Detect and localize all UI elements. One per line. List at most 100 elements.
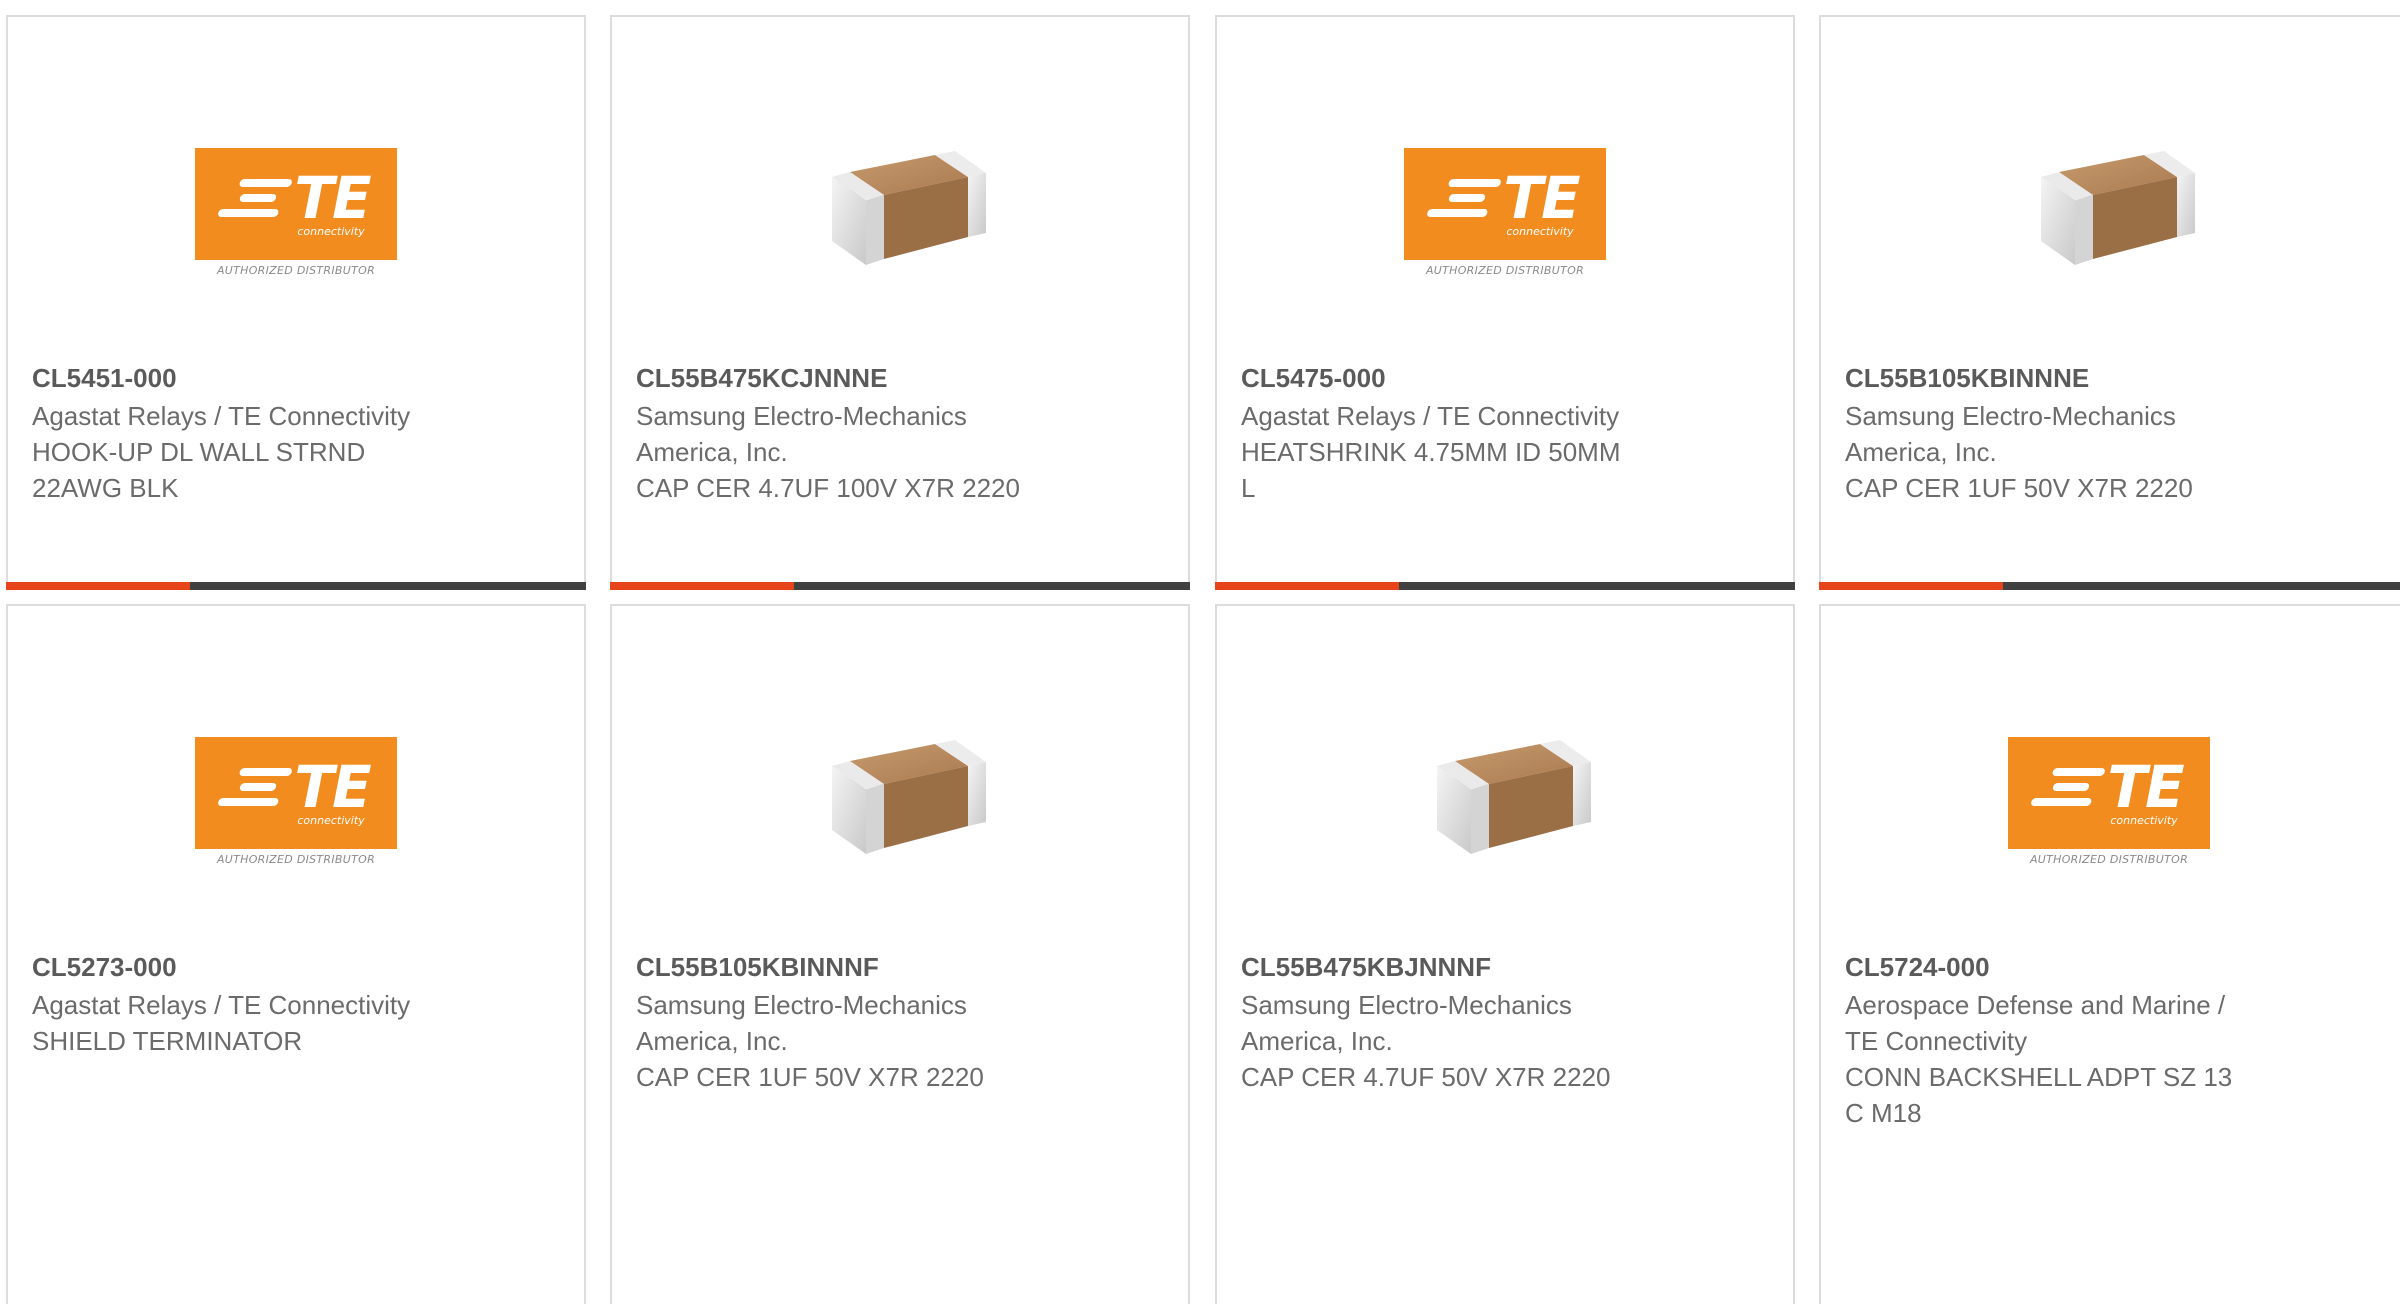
card-hover-bar-accent (1215, 582, 1399, 590)
card-hover-bar-accent (1819, 582, 2003, 590)
part-number[interactable]: CL5273-000 (32, 949, 560, 985)
capacitor-icon (800, 706, 1000, 896)
product-image (1821, 112, 2397, 312)
te-logo-caption: AUTHORIZED DISTRIBUTOR (2029, 852, 2189, 866)
te-logo-caption: AUTHORIZED DISTRIBUTOR (1425, 263, 1585, 277)
description-line: America, Inc. (1241, 1026, 1393, 1056)
description-line: Aerospace Defense and Marine / (1845, 990, 2226, 1020)
product-description: Agastat Relays / TE Connectivity SHIELD … (32, 987, 560, 1059)
description-line: SHIELD TERMINATOR (32, 1026, 303, 1056)
product-image (612, 701, 1188, 901)
product-card[interactable]: TE connectivity AUTHORIZED DISTRIBUTOR CL5… (6, 15, 586, 590)
part-number[interactable]: CL55B475KCJNNNE (636, 360, 1164, 396)
description-line: 22AWG BLK (32, 473, 179, 503)
card-hover-bar (1215, 582, 1795, 590)
product-info: CL5451-000 Agastat Relays / TE Connectiv… (32, 360, 560, 506)
description-line: Samsung Electro-Mechanics (636, 401, 967, 431)
te-logo-subtext: connectivity (1506, 225, 1574, 238)
product-image (612, 112, 1188, 312)
product-grid: TE connectivity AUTHORIZED DISTRIBUTOR CL5… (0, 0, 2400, 1304)
te-logo-box: TE connectivity (2008, 736, 2210, 849)
product-description: Agastat Relays / TE Connectivity HEATSHR… (1241, 398, 1769, 506)
te-stripes-icon (2030, 768, 2107, 806)
te-logo-box: TE connectivity (195, 147, 397, 260)
description-line: CAP CER 1UF 50V X7R 2220 (1845, 473, 2193, 503)
card-hover-bar (1819, 582, 2400, 590)
product-image: TE connectivity AUTHORIZED DISTRIBUTOR (1821, 701, 2397, 901)
te-stripes-icon (217, 768, 294, 806)
te-logo-mark: TE (2030, 753, 2185, 821)
te-logo-caption: AUTHORIZED DISTRIBUTOR (216, 263, 376, 277)
product-description: Samsung Electro-Mechanics America, Inc. … (636, 398, 1164, 506)
description-line: Samsung Electro-Mechanics (1845, 401, 2176, 431)
product-description: Aerospace Defense and Marine / TE Connec… (1845, 987, 2378, 1131)
card-hover-bar (6, 582, 586, 590)
capacitor-icon (800, 117, 1000, 307)
description-line: CONN BACKSHELL ADPT SZ 13 (1845, 1062, 2233, 1092)
product-image: TE connectivity AUTHORIZED DISTRIBUTOR (8, 701, 584, 901)
product-card[interactable]: CL55B105KBINNNF Samsung Electro-Mechanic… (610, 604, 1190, 1304)
te-stripes-icon (217, 179, 294, 217)
product-image: TE connectivity AUTHORIZED DISTRIBUTOR (8, 112, 584, 312)
product-info: CL55B105KBINNNF Samsung Electro-Mechanic… (636, 949, 1164, 1095)
part-number[interactable]: CL55B105KBINNNE (1845, 360, 2378, 396)
part-number[interactable]: CL5724-000 (1845, 949, 2378, 985)
te-logo-icon: TE connectivity AUTHORIZED DISTRIBUTOR (1404, 147, 1606, 277)
product-info: CL55B105KBINNNE Samsung Electro-Mechanic… (1845, 360, 2378, 506)
te-logo-mark: TE (217, 753, 372, 821)
description-line: CAP CER 4.7UF 50V X7R 2220 (1241, 1062, 1611, 1092)
product-info: CL55B475KCJNNNE Samsung Electro-Mechanic… (636, 360, 1164, 506)
product-card[interactable]: TE connectivity AUTHORIZED DISTRIBUTOR CL5… (6, 604, 586, 1304)
te-logo-icon: TE connectivity AUTHORIZED DISTRIBUTOR (2008, 736, 2210, 866)
product-description: Samsung Electro-Mechanics America, Inc. … (1845, 398, 2378, 506)
card-hover-bar-accent (6, 582, 190, 590)
description-line: Agastat Relays / TE Connectivity (32, 990, 411, 1020)
te-logo-text: TE (294, 753, 371, 821)
description-line: HEATSHRINK 4.75MM ID 50MM (1241, 437, 1621, 467)
te-logo-mark: TE (217, 164, 372, 232)
product-description: Samsung Electro-Mechanics America, Inc. … (636, 987, 1164, 1095)
te-logo-subtext: connectivity (297, 225, 365, 238)
description-line: America, Inc. (636, 437, 788, 467)
part-number[interactable]: CL5451-000 (32, 360, 560, 396)
description-line: HOOK-UP DL WALL STRND (32, 437, 366, 467)
te-logo-text: TE (1503, 164, 1580, 232)
product-info: CL5724-000 Aerospace Defense and Marine … (1845, 949, 2378, 1131)
description-line: CAP CER 1UF 50V X7R 2220 (636, 1062, 984, 1092)
description-line: C M18 (1845, 1098, 1922, 1128)
product-description: Samsung Electro-Mechanics America, Inc. … (1241, 987, 1769, 1095)
description-line: CAP CER 4.7UF 100V X7R 2220 (636, 473, 1020, 503)
description-line: Agastat Relays / TE Connectivity (1241, 401, 1620, 431)
description-line: Samsung Electro-Mechanics (1241, 990, 1572, 1020)
part-number[interactable]: CL55B105KBINNNF (636, 949, 1164, 985)
capacitor-icon (1405, 706, 1605, 896)
product-card[interactable]: CL55B105KBINNNE Samsung Electro-Mechanic… (1819, 15, 2400, 590)
te-logo-icon: TE connectivity AUTHORIZED DISTRIBUTOR (195, 147, 397, 277)
capacitor-icon (2009, 117, 2209, 307)
product-info: CL55B475KBJNNNF Samsung Electro-Mechanic… (1241, 949, 1769, 1095)
te-stripes-icon (1426, 179, 1503, 217)
product-description: Agastat Relays / TE Connectivity HOOK-UP… (32, 398, 560, 506)
description-line: TE Connectivity (1845, 1026, 2028, 1056)
product-info: CL5475-000 Agastat Relays / TE Connectiv… (1241, 360, 1769, 506)
description-line: America, Inc. (636, 1026, 788, 1056)
product-info: CL5273-000 Agastat Relays / TE Connectiv… (32, 949, 560, 1059)
te-logo-text: TE (2107, 753, 2184, 821)
product-card[interactable]: TE connectivity AUTHORIZED DISTRIBUTOR CL5… (1819, 604, 2400, 1304)
te-logo-caption: AUTHORIZED DISTRIBUTOR (216, 852, 376, 866)
te-logo-box: TE connectivity (195, 736, 397, 849)
description-line: L (1241, 473, 1256, 503)
te-logo-subtext: connectivity (2110, 814, 2178, 827)
te-logo-subtext: connectivity (297, 814, 365, 827)
te-logo-icon: TE connectivity AUTHORIZED DISTRIBUTOR (195, 736, 397, 866)
product-image: TE connectivity AUTHORIZED DISTRIBUTOR (1217, 112, 1793, 312)
description-line: Samsung Electro-Mechanics (636, 990, 967, 1020)
part-number[interactable]: CL5475-000 (1241, 360, 1769, 396)
te-logo-box: TE connectivity (1404, 147, 1606, 260)
product-card[interactable]: TE connectivity AUTHORIZED DISTRIBUTOR CL5… (1215, 15, 1795, 590)
te-logo-mark: TE (1426, 164, 1581, 232)
te-logo-text: TE (294, 164, 371, 232)
product-card[interactable]: CL55B475KBJNNNF Samsung Electro-Mechanic… (1215, 604, 1795, 1304)
product-card[interactable]: CL55B475KCJNNNE Samsung Electro-Mechanic… (610, 15, 1190, 590)
part-number[interactable]: CL55B475KBJNNNF (1241, 949, 1769, 985)
